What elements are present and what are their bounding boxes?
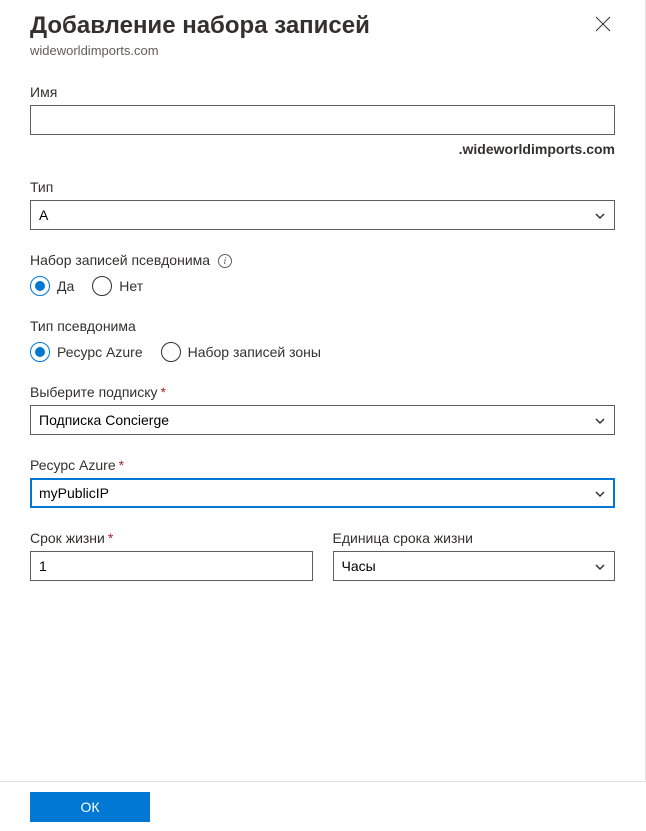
add-recordset-panel: Добавление набора записей wideworldimpor… (0, 0, 646, 780)
subscription-select-value: Подписка Concierge (39, 412, 169, 428)
alias-type-group: Тип псевдонима Ресурс Azure Набор записе… (30, 318, 615, 362)
alias-no-radio[interactable]: Нет (92, 276, 143, 296)
ttl-unit-value: Часы (342, 558, 376, 574)
panel-subtitle: wideworldimports.com (30, 43, 615, 58)
type-field-group: Тип A (30, 179, 615, 230)
radio-icon (92, 276, 112, 296)
close-button[interactable] (591, 12, 615, 41)
subscription-label: Выберите подписку* (30, 384, 615, 400)
ttl-unit-select[interactable]: Часы (333, 551, 616, 581)
info-icon[interactable]: i (218, 254, 232, 268)
azure-resource-group: Ресурс Azure* myPublicIP (30, 457, 615, 508)
panel-header: Добавление набора записей (30, 12, 615, 41)
alias-type-label: Тип псевдонима (30, 318, 615, 334)
type-select[interactable]: A (30, 200, 615, 230)
alias-type-radios: Ресурс Azure Набор записей зоны (30, 342, 615, 362)
chevron-down-icon (594, 209, 606, 221)
panel-title: Добавление набора записей (30, 12, 370, 40)
ttl-row: Срок жизни* Единица срока жизни Часы (30, 530, 615, 603)
subscription-select[interactable]: Подписка Concierge (30, 405, 615, 435)
azure-resource-radio-label: Ресурс Azure (57, 344, 143, 360)
azure-resource-select[interactable]: myPublicIP (30, 478, 615, 508)
header-titles: Добавление набора записей (30, 12, 370, 40)
azure-resource-radio[interactable]: Ресурс Azure (30, 342, 143, 362)
close-icon (595, 19, 611, 36)
ttl-unit-group: Единица срока жизни Часы (333, 530, 616, 581)
zone-recordset-radio-label: Набор записей зоны (188, 344, 321, 360)
name-suffix: .wideworldimports.com (30, 141, 615, 157)
azure-resource-label: Ресурс Azure* (30, 457, 615, 473)
ttl-group: Срок жизни* (30, 530, 313, 581)
ttl-unit-label: Единица срока жизни (333, 530, 616, 546)
radio-icon (30, 342, 50, 362)
ttl-label: Срок жизни* (30, 530, 313, 546)
ok-button[interactable]: ОК (30, 792, 150, 822)
alias-recordset-group: Набор записей псевдонима i Да Нет (30, 252, 615, 296)
chevron-down-icon (594, 560, 606, 572)
radio-icon (30, 276, 50, 296)
name-field-group: Имя .wideworldimports.com (30, 84, 615, 157)
alias-yes-radio[interactable]: Да (30, 276, 74, 296)
type-select-value: A (39, 207, 48, 223)
ttl-input[interactable] (30, 551, 313, 581)
zone-recordset-radio[interactable]: Набор записей зоны (161, 342, 321, 362)
name-input[interactable] (30, 105, 615, 135)
alias-recordset-label: Набор записей псевдонима i (30, 252, 615, 268)
chevron-down-icon (594, 487, 606, 499)
type-label: Тип (30, 179, 615, 195)
chevron-down-icon (594, 414, 606, 426)
name-label: Имя (30, 84, 615, 100)
panel-footer: ОК (0, 781, 646, 831)
alias-yes-label: Да (57, 278, 74, 294)
subscription-group: Выберите подписку* Подписка Concierge (30, 384, 615, 435)
alias-recordset-radios: Да Нет (30, 276, 615, 296)
radio-icon (161, 342, 181, 362)
azure-resource-select-value: myPublicIP (39, 485, 109, 501)
alias-no-label: Нет (119, 278, 143, 294)
